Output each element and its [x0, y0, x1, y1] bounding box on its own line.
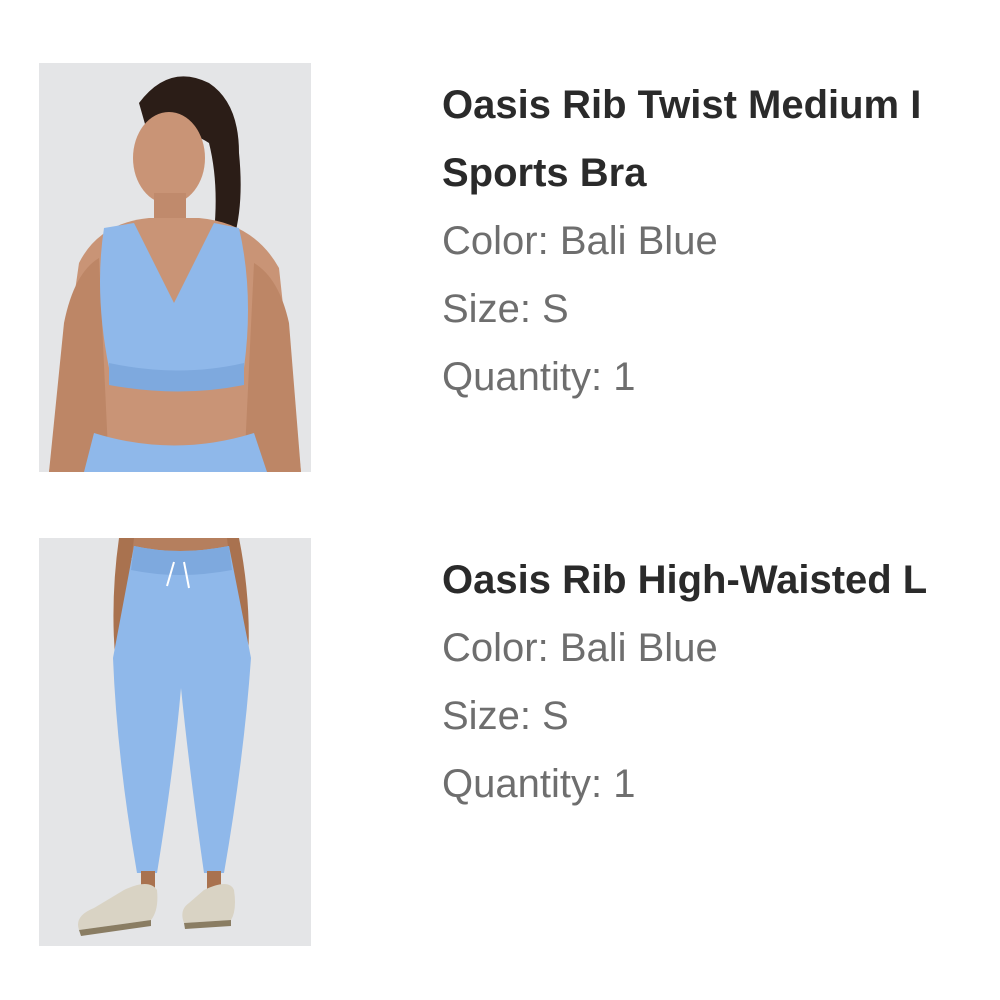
product-size: Size: S — [442, 694, 569, 738]
product-title[interactable]: Oasis Rib High-Waisted L — [442, 546, 1000, 614]
product-image[interactable] — [39, 63, 311, 472]
product-info: Oasis Rib Twist Medium I Sports Bra Colo… — [442, 71, 1000, 411]
leggings-photo — [39, 538, 311, 946]
product-quantity: Quantity: 1 — [442, 355, 636, 399]
product-title-line: Oasis Rib High-Waisted L — [442, 558, 928, 602]
product-info: Oasis Rib High-Waisted L Color: Bali Blu… — [442, 546, 1000, 818]
product-size: Size: S — [442, 287, 569, 331]
product-color: Color: Bali Blue — [442, 626, 718, 670]
sports-bra-photo — [39, 63, 311, 472]
product-color: Color: Bali Blue — [442, 219, 718, 263]
product-title-line: Oasis Rib Twist Medium I — [442, 83, 922, 127]
product-title[interactable]: Oasis Rib Twist Medium I Sports Bra — [442, 71, 1000, 207]
product-quantity: Quantity: 1 — [442, 762, 636, 806]
product-title-line: Sports Bra — [442, 151, 647, 195]
product-image[interactable] — [39, 538, 311, 946]
